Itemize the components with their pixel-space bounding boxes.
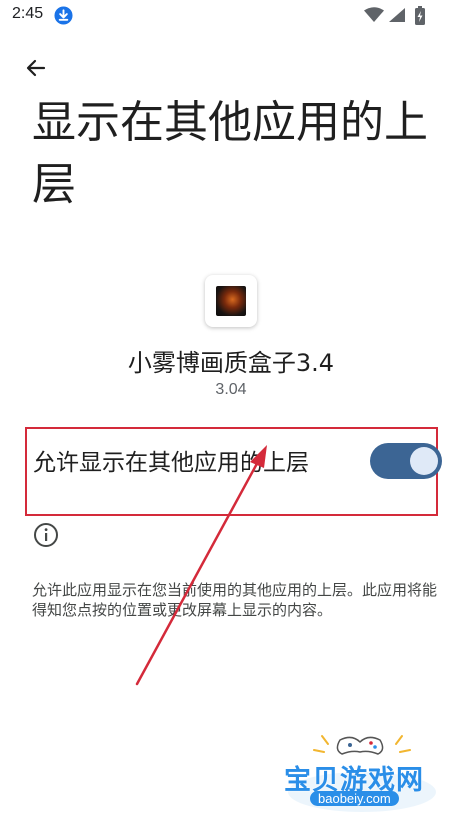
status-time: 2:45 <box>12 5 44 22</box>
app-version: 3.04 <box>215 381 247 398</box>
arrow-back-icon <box>26 59 46 77</box>
app-icon-image <box>216 286 246 316</box>
wifi-icon <box>364 7 384 22</box>
permission-toggle-row[interactable]: 允许显示在其他应用的上层 <box>25 427 442 516</box>
watermark: 宝贝游戏网 baobeiy.com <box>282 730 442 818</box>
app-name: 小雾博画质盒子3.4 <box>127 349 335 377</box>
watermark-url: baobeiy.com <box>310 791 399 806</box>
permission-description: 允许此应用显示在您当前使用的其他应用的上层。此应用将能得知您点按的位置或更改屏幕… <box>32 581 438 619</box>
permission-label: 允许显示在其他应用的上层 <box>33 450 309 476</box>
permission-toggle-switch[interactable] <box>370 443 442 479</box>
app-icon <box>205 275 257 327</box>
status-bar: 2:45 <box>0 0 462 32</box>
info-icon <box>34 523 58 547</box>
back-button[interactable] <box>18 50 54 86</box>
signal-icon <box>389 8 405 22</box>
toggle-thumb <box>410 447 438 475</box>
battery-icon <box>415 6 425 25</box>
status-icons <box>364 6 434 26</box>
download-icon <box>54 6 73 25</box>
page-title: 显示在其他应用的上层 <box>32 97 428 210</box>
